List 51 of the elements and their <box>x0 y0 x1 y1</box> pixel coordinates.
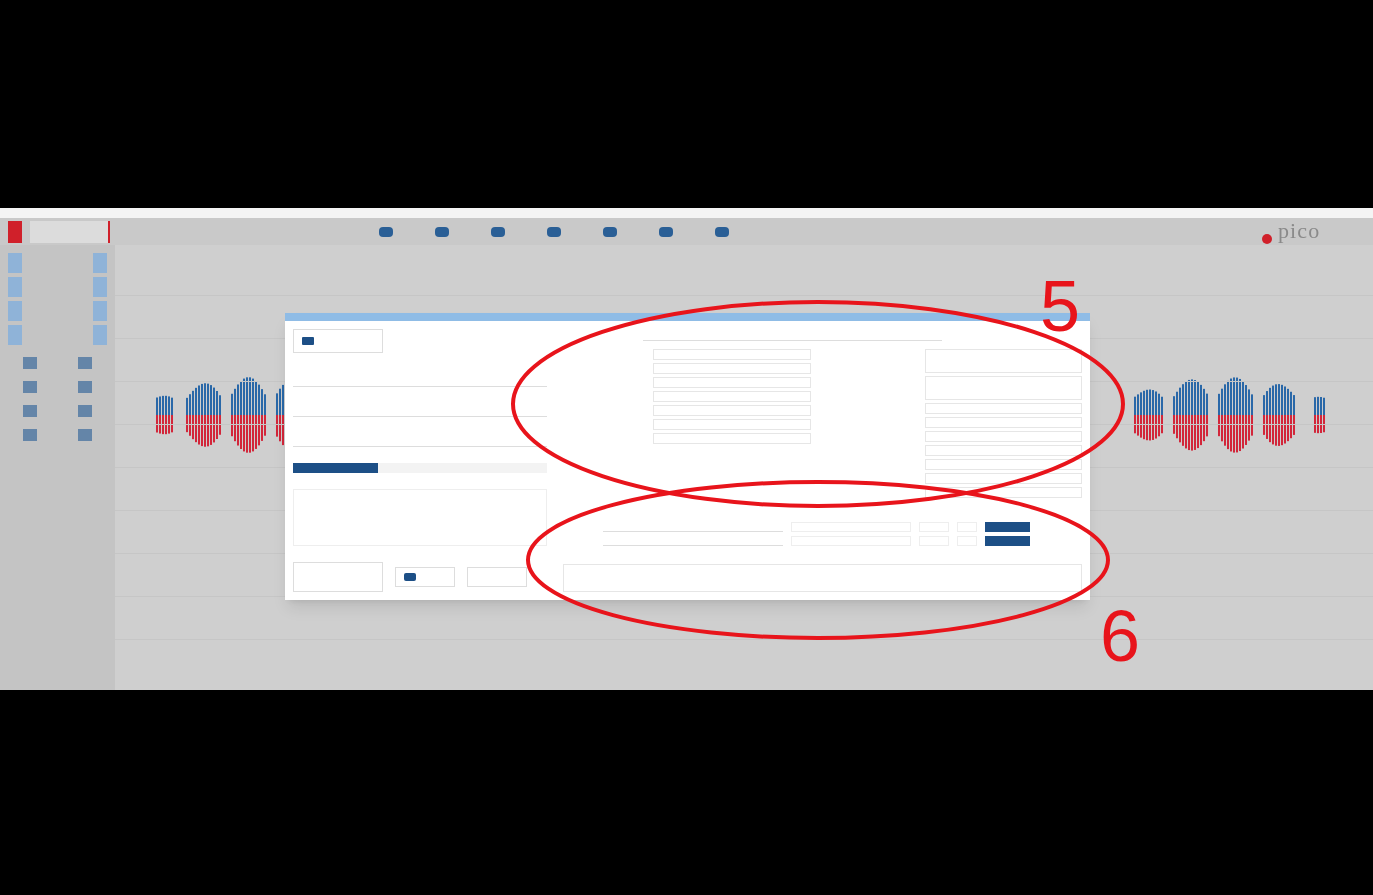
tool-icon[interactable] <box>78 429 93 441</box>
annotation-number: 5 <box>1040 270 1081 342</box>
input-field[interactable] <box>924 445 1082 456</box>
input-field[interactable] <box>653 377 811 388</box>
logo-text: pico <box>1278 220 1321 242</box>
range-button[interactable] <box>93 253 107 273</box>
text-area[interactable] <box>293 489 547 546</box>
folder-button[interactable] <box>293 329 383 353</box>
input-field[interactable] <box>653 349 811 360</box>
input-field[interactable] <box>924 376 1082 400</box>
notes-field[interactable] <box>563 564 1082 592</box>
action-button[interactable] <box>985 536 1030 546</box>
cancel-button[interactable] <box>467 567 527 587</box>
toolbar-icon <box>491 226 505 237</box>
input-field[interactable] <box>653 405 811 416</box>
input-field[interactable] <box>924 487 1082 498</box>
save-button[interactable] <box>395 567 455 587</box>
input-field[interactable] <box>924 459 1082 470</box>
tool-icon[interactable] <box>78 381 93 393</box>
input-field[interactable] <box>924 349 1082 373</box>
toolbar-icon <box>715 226 729 237</box>
tool-icon[interactable] <box>22 381 37 393</box>
input-field[interactable] <box>924 473 1082 484</box>
range-button[interactable] <box>93 277 107 297</box>
action-button[interactable] <box>985 522 1030 532</box>
input-field[interactable] <box>924 431 1082 442</box>
camera-button[interactable] <box>293 562 383 592</box>
tool-icon[interactable] <box>78 357 93 369</box>
input-field[interactable] <box>924 417 1082 428</box>
input-field[interactable] <box>653 363 811 374</box>
channel-color-swatch <box>8 220 22 243</box>
tool-icon[interactable] <box>22 357 37 369</box>
toolbar-icon <box>603 226 617 237</box>
tool-icon[interactable] <box>78 405 93 417</box>
tool-icon[interactable] <box>22 429 37 441</box>
toolbar-icon <box>379 226 393 237</box>
segment-tab[interactable] <box>293 463 378 473</box>
toolbar-icon <box>659 226 673 237</box>
input-field[interactable] <box>924 403 1082 414</box>
range-button[interactable] <box>93 301 107 321</box>
input-field[interactable] <box>653 433 811 444</box>
annotation-number: 6 <box>1100 600 1141 672</box>
save-icon <box>404 573 416 581</box>
input-field[interactable] <box>653 419 811 430</box>
input-field[interactable] <box>653 391 811 402</box>
folder-icon <box>302 337 314 345</box>
segment-tab[interactable] <box>377 463 463 473</box>
range-button[interactable] <box>93 325 107 345</box>
toolbar-icon <box>547 226 561 237</box>
toolbar-icon <box>435 226 449 237</box>
tool-icon[interactable] <box>22 405 37 417</box>
